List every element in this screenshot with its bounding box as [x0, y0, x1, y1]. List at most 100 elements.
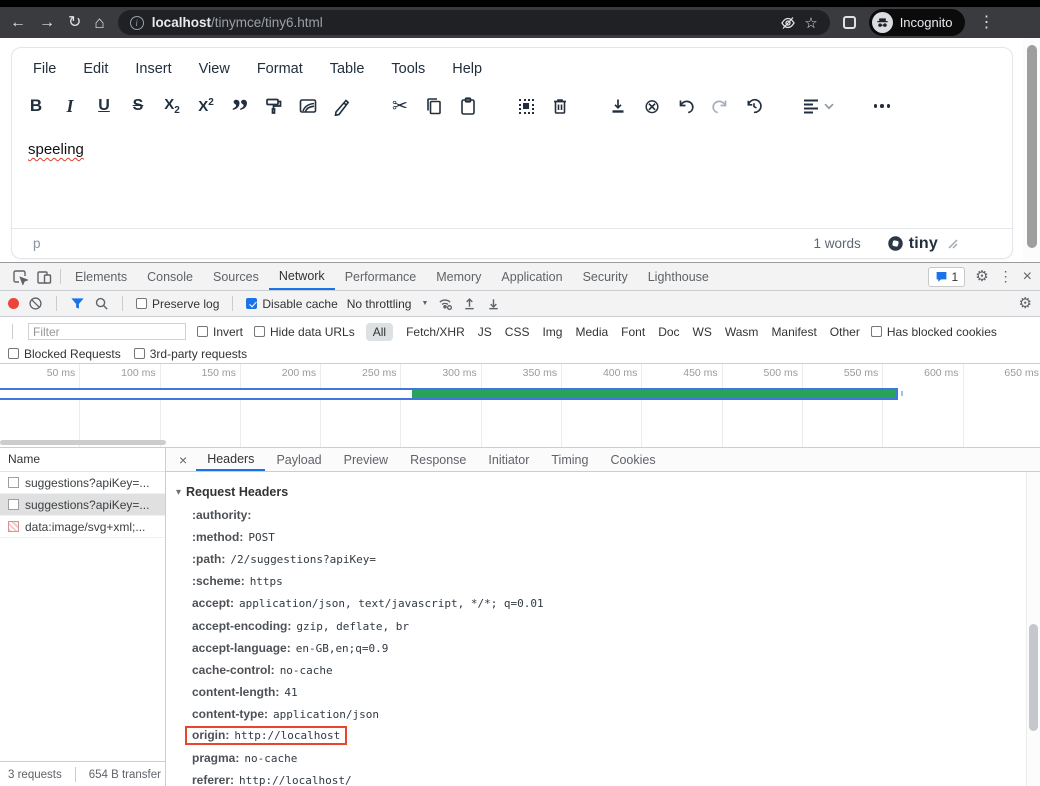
timeline-scrollbar-thumb[interactable]	[0, 440, 166, 445]
detail-tab[interactable]: Headers	[196, 449, 265, 471]
hide-data-urls-checkbox[interactable]	[254, 326, 265, 337]
strikethrough-button[interactable]: S	[121, 89, 155, 123]
blocked-requests-checkbox[interactable]	[8, 348, 19, 359]
cancel-icon[interactable]: ⊗	[635, 89, 669, 123]
record-network-log-icon[interactable]	[8, 298, 19, 309]
has-blocked-cookies-checkbox[interactable]	[871, 326, 882, 337]
detail-tab[interactable]: Preview	[333, 449, 399, 471]
preserve-log-checkbox[interactable]	[136, 298, 147, 309]
devtools-tab[interactable]: Performance	[335, 264, 427, 290]
devtools-tab[interactable]: Elements	[65, 264, 137, 290]
devtools-tab[interactable]: Network	[269, 264, 335, 290]
request-list-header[interactable]: Name	[0, 448, 165, 472]
clear-network-log-icon[interactable]	[28, 296, 43, 311]
editor-content-area[interactable]: speeling	[12, 128, 1012, 228]
editor-menu-item[interactable]: Insert	[135, 61, 171, 77]
close-detail-icon[interactable]: ×	[166, 452, 196, 468]
detail-scrollbar[interactable]	[1026, 472, 1040, 786]
export-har-icon[interactable]	[486, 296, 501, 311]
resource-type-filter[interactable]: Other	[830, 325, 860, 339]
resource-type-filter[interactable]: Wasm	[725, 325, 759, 339]
resource-type-filter[interactable]: Font	[621, 325, 645, 339]
restore-draft-icon[interactable]	[737, 89, 771, 123]
export-icon[interactable]	[601, 89, 635, 123]
editor-menu-item[interactable]: Format	[257, 61, 303, 77]
italic-button[interactable]: I	[53, 89, 87, 123]
browser-menu-icon[interactable]: ⋮	[978, 15, 994, 31]
tiny-branding[interactable]: tiny	[887, 235, 938, 253]
misspelled-word[interactable]: speeling	[28, 141, 84, 158]
cut-button[interactable]: ✂	[383, 89, 417, 123]
devtools-tab[interactable]: Sources	[203, 264, 269, 290]
underline-button[interactable]: U	[87, 89, 121, 123]
device-toolbar-icon[interactable]	[32, 265, 56, 289]
word-count[interactable]: 1 words	[813, 236, 860, 251]
tab-search-icon[interactable]	[843, 16, 856, 29]
detail-tab[interactable]: Payload	[265, 449, 332, 471]
devtools-close-icon[interactable]: ×	[1023, 269, 1032, 285]
inspect-element-icon[interactable]	[8, 265, 32, 289]
undo-icon[interactable]	[669, 89, 703, 123]
bookmark-star-icon[interactable]: ☆	[804, 14, 817, 32]
devtools-menu-icon[interactable]: ⋮	[999, 268, 1013, 285]
devtools-tab[interactable]: Application	[491, 264, 572, 290]
permanent-pen-icon[interactable]	[325, 89, 359, 123]
resource-type-filter[interactable]: CSS	[505, 325, 530, 339]
back-icon[interactable]: ←	[10, 15, 26, 31]
detail-tab[interactable]: Cookies	[599, 449, 666, 471]
editor-menu-item[interactable]: Help	[452, 61, 482, 77]
site-info-icon[interactable]: i	[130, 16, 144, 30]
request-row[interactable]: suggestions?apiKey=...	[0, 472, 165, 494]
detail-scrollbar-thumb[interactable]	[1029, 624, 1038, 731]
resource-type-filter[interactable]: WS	[693, 325, 712, 339]
disable-cache-checkbox[interactable]	[246, 298, 257, 309]
network-conditions-icon[interactable]	[437, 296, 453, 311]
more-toolbar-icon[interactable]	[865, 89, 899, 123]
invert-checkbox[interactable]	[197, 326, 208, 337]
editor-menu-item[interactable]: Tools	[391, 61, 425, 77]
import-har-icon[interactable]	[462, 296, 477, 311]
resource-type-filter[interactable]: Media	[575, 325, 608, 339]
delete-icon[interactable]	[543, 89, 577, 123]
devtools-tab[interactable]: Lighthouse	[638, 264, 719, 290]
network-filter-input[interactable]	[28, 323, 186, 340]
forward-icon[interactable]: →	[39, 15, 55, 31]
editor-menu-item[interactable]: Table	[330, 61, 365, 77]
request-row[interactable]: data:image/svg+xml;...	[0, 516, 165, 538]
resource-type-filter[interactable]: JS	[478, 325, 492, 339]
detail-tab[interactable]: Response	[399, 449, 477, 471]
editor-menu-item[interactable]: View	[199, 61, 230, 77]
align-dropdown-button[interactable]	[795, 96, 841, 116]
filter-toggle-icon[interactable]	[70, 296, 85, 311]
superscript-button[interactable]: X2	[189, 89, 223, 123]
editor-menu-item[interactable]: Edit	[83, 61, 108, 77]
resource-type-filter[interactable]: Doc	[658, 325, 679, 339]
format-painter-icon[interactable]	[257, 89, 291, 123]
detail-tab[interactable]: Timing	[540, 449, 599, 471]
detail-tab[interactable]: Initiator	[477, 449, 540, 471]
redo-icon[interactable]	[703, 89, 737, 123]
third-party-requests-checkbox[interactable]	[134, 348, 145, 359]
page-scrollbar[interactable]	[1023, 38, 1040, 262]
devtools-tab[interactable]: Security	[573, 264, 638, 290]
select-all-icon[interactable]	[509, 89, 543, 123]
throttling-select[interactable]: No throttling ▼	[347, 297, 429, 311]
url-bar[interactable]: i localhost/tinymce/tiny6.html ☆	[118, 10, 830, 35]
editor-menu-item[interactable]: File	[33, 61, 56, 77]
resource-type-filter[interactable]: All	[366, 323, 393, 341]
resource-type-filter[interactable]: Fetch/XHR	[406, 325, 465, 339]
cookies-blocked-icon[interactable]	[780, 15, 796, 31]
home-icon[interactable]: ⌂	[94, 14, 104, 31]
request-headers-section-header[interactable]: ▾ Request Headers	[176, 480, 1020, 504]
copy-button[interactable]	[417, 89, 451, 123]
reload-icon[interactable]: ↻	[68, 15, 81, 31]
network-overview-timeline[interactable]: 50 ms100 ms150 ms200 ms250 ms300 ms350 m…	[0, 364, 1040, 448]
resource-type-filter[interactable]: Manifest	[771, 325, 816, 339]
search-icon[interactable]	[94, 296, 109, 311]
image-button[interactable]	[291, 89, 325, 123]
devtools-tab[interactable]: Console	[137, 264, 203, 290]
devtools-settings-icon[interactable]: ⚙	[975, 269, 988, 284]
subscript-button[interactable]: X2	[155, 89, 189, 123]
devtools-tab[interactable]: Memory	[426, 264, 491, 290]
issues-badge[interactable]: 1	[928, 267, 966, 287]
